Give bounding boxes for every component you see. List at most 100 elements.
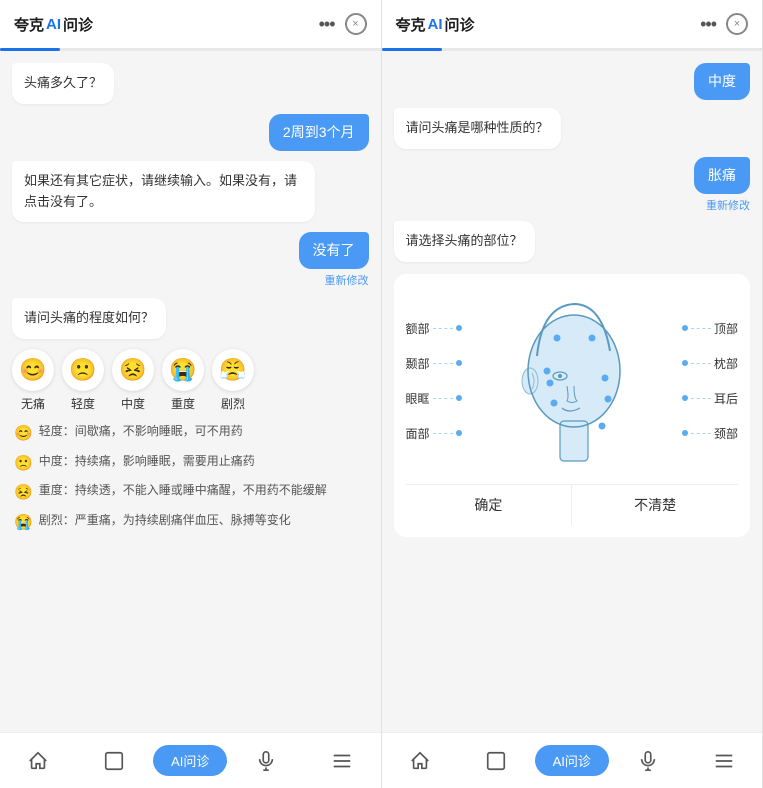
left-title-ai: AI [46,16,61,33]
diagram-actions: 确定 不清楚 [406,484,739,525]
region-label-面部[interactable]: 面部 [406,425,430,442]
square-icon-right [483,748,509,774]
left-nav-mic[interactable] [228,748,304,774]
pain-opt-2[interactable]: 😣 中度 [112,349,154,412]
right-user-msg-1: 中度 [694,63,750,100]
bot-msg-3: 请问头痛的程度如何？ [12,298,166,339]
menu-icon-right [711,748,737,774]
left-close-icon[interactable]: × [345,13,367,35]
head-illustration [512,286,632,476]
right-title-ai: AI [428,16,443,33]
right-title-prefix: 夸克 [396,14,426,35]
pain-label-0: 无痛 [21,395,45,412]
desc-list: 😊 轻度：间歇痛，不影响睡眠，可不用药 🙁 中度：持续痛，影响睡眠，需要用止痛药… [12,422,329,534]
right-user-msg-1-wrap: 中度 [394,63,751,100]
right-re-edit[interactable]: 重新修改 [706,197,750,213]
pain-label-3: 重度 [171,395,195,412]
right-bot-msg-2: 请选择头痛的部位？ [394,221,535,262]
right-header-actions: ••• × [700,13,748,35]
desc-emoji-0: 😊 [14,423,33,446]
desc-emoji-2: 😣 [14,482,33,505]
right-panel: 夸克AI问诊 ••• × 中度 请问头痛是哪种性质的？ 胀痛 重新修改 [382,0,763,788]
pain-options-row: 😊 无痛 🙁 轻度 😣 中度 😭 重度 😤 剧烈 [12,349,254,412]
pain-label-4: 剧烈 [221,395,245,412]
right-user-msg-2: 胀痛 [694,157,750,194]
left-nav-ai[interactable]: AI问诊 [152,745,228,776]
right-nav-mic[interactable] [610,748,686,774]
home-icon [25,748,51,774]
right-bottom-nav: AI问诊 [382,732,763,788]
region-label-额部[interactable]: 额部 [406,320,430,337]
left-nav-square[interactable] [76,748,152,774]
labels-right: 顶部 枕部 耳后 颈部 [676,320,738,442]
left-re-edit[interactable]: 重新修改 [325,272,369,288]
right-user-msg-2-wrap: 胀痛 重新修改 [394,157,751,213]
labels-left: 额部 颞部 眼眶 面部 [406,320,468,442]
user-msg-1-wrap: 2周到3个月 [12,114,369,151]
right-title: 夸克AI问诊 [396,14,475,35]
head-svg-wrap [468,286,676,476]
desc-item-1: 🙁 中度：持续痛，影响睡眠，需要用止痛药 [14,452,327,476]
right-ai-pill[interactable]: AI问诊 [535,745,609,776]
square-icon [101,748,127,774]
head-diagram: 额部 颞部 眼眶 面部 [394,274,751,537]
left-title-suffix: 问诊 [63,14,93,35]
pain-label-2: 中度 [121,395,145,412]
head-diagram-inner: 额部 颞部 眼眶 面部 [406,286,739,476]
right-close-icon[interactable]: × [726,13,748,35]
confirm-button[interactable]: 确定 [406,485,573,525]
left-chat-area: 头痛多久了？ 2周到3个月 如果还有其它症状，请继续输入。如果没有，请点击没有了… [0,51,381,732]
mic-icon [253,748,279,774]
right-label-3-row: 颈部 [682,425,738,442]
region-label-耳后[interactable]: 耳后 [714,390,738,407]
pain-label-1: 轻度 [71,395,95,412]
desc-emoji-1: 🙁 [14,453,33,476]
desc-item-0: 😊 轻度：间歇痛，不影响睡眠，可不用药 [14,422,327,446]
left-nav-menu[interactable] [304,748,380,774]
right-label-0-row: 顶部 [682,320,738,337]
left-bottom-nav: AI问诊 [0,732,381,788]
pain-opt-4[interactable]: 😤 剧烈 [212,349,254,412]
mic-icon-right [635,748,661,774]
left-panel: 夸克AI问诊 ••• × 头痛多久了？ 2周到3个月 如果还有其它症状，请继续输… [0,0,382,788]
region-label-眼眶[interactable]: 眼眶 [406,390,430,407]
region-label-颞部[interactable]: 颞部 [406,355,430,372]
pain-opt-0[interactable]: 😊 无痛 [12,349,54,412]
right-label-1-row: 枕部 [682,355,738,372]
pain-emoji-4: 😤 [212,349,254,391]
left-label-1-row: 颞部 [406,355,462,372]
left-title: 夸克AI问诊 [14,14,93,35]
pain-opt-1[interactable]: 🙁 轻度 [62,349,104,412]
right-label-2-row: 耳后 [682,390,738,407]
pain-emoji-2: 😣 [112,349,154,391]
region-label-颈部[interactable]: 颈部 [714,425,738,442]
left-header: 夸克AI问诊 ••• × [0,0,381,48]
right-dots-icon[interactable]: ••• [700,14,716,35]
right-chat-area: 中度 请问头痛是哪种性质的？ 胀痛 重新修改 请选择头痛的部位？ 额部 [382,51,763,732]
region-label-枕部[interactable]: 枕部 [714,355,738,372]
home-icon-right [407,748,433,774]
unclear-button[interactable]: 不清楚 [572,485,738,525]
right-nav-menu[interactable] [686,748,762,774]
left-header-actions: ••• × [319,13,367,35]
bot-msg-2: 如果还有其它症状，请继续输入。如果没有，请点击没有了。 [12,161,315,223]
left-title-prefix: 夸克 [14,14,44,35]
desc-item-3: 😭 剧烈：严重痛，为持续剧痛伴血压、脉搏等变化 [14,511,327,535]
right-title-suffix: 问诊 [445,14,475,35]
user-msg-1: 2周到3个月 [269,114,369,151]
left-nav-home[interactable] [0,748,76,774]
desc-item-2: 😣 重度：持续透，不能入睡或睡中痛醒，不用药不能缓解 [14,481,327,505]
right-nav-home[interactable] [382,748,458,774]
menu-icon-left [329,748,355,774]
left-ai-pill[interactable]: AI问诊 [153,745,227,776]
right-header: 夸克AI问诊 ••• × [382,0,763,48]
pain-opt-3[interactable]: 😭 重度 [162,349,204,412]
right-bot-msg-1: 请问头痛是哪种性质的？ [394,108,561,149]
left-label-0-row: 额部 [406,320,462,337]
pain-emoji-1: 🙁 [62,349,104,391]
right-nav-ai[interactable]: AI问诊 [534,745,610,776]
left-dots-icon[interactable]: ••• [319,14,335,35]
region-label-顶部[interactable]: 顶部 [714,320,738,337]
right-nav-square[interactable] [458,748,534,774]
left-label-3-row: 面部 [406,425,462,442]
